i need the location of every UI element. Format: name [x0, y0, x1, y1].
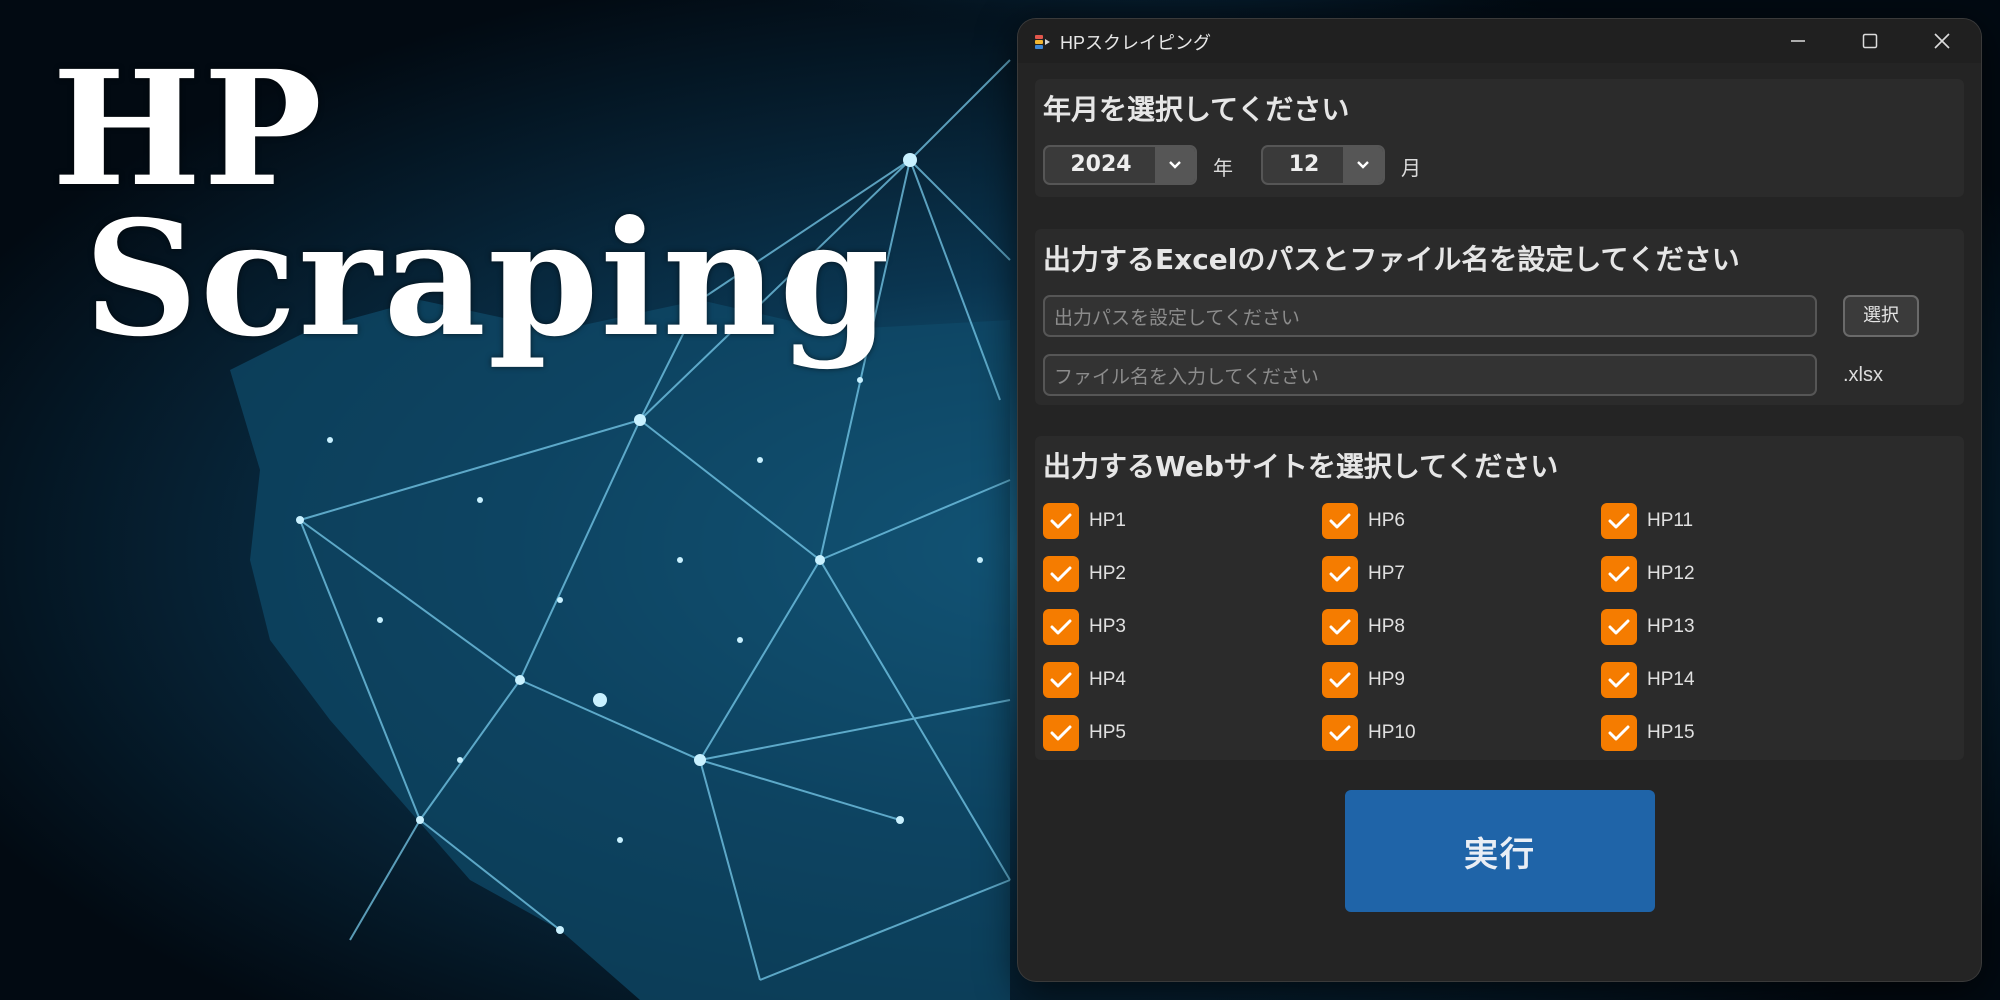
site-checkbox-label: HP12: [1647, 563, 1695, 584]
checkmark-icon: [1608, 619, 1630, 635]
date-section: 年月を選択してください 2024 年 12 月: [1035, 79, 1964, 197]
checkbox[interactable]: [1322, 556, 1358, 592]
sites-section: 出力するWebサイトを選択してください HP1 HP2 HP3 HP4 HP5 HP6 HP…: [1035, 436, 1964, 760]
output-section: 出力するExcelのパスとファイル名を設定してください 出力パスを設定してくださ…: [1035, 229, 1964, 405]
site-checkbox-item[interactable]: HP11: [1601, 502, 1693, 540]
site-checkbox-label: HP10: [1368, 722, 1416, 743]
minimize-button[interactable]: [1762, 19, 1834, 63]
year-dropdown-arrow[interactable]: [1155, 147, 1195, 183]
checkmark-icon: [1050, 566, 1072, 582]
close-icon: [1934, 33, 1950, 49]
run-button[interactable]: 実行: [1345, 790, 1655, 912]
site-checkbox-item[interactable]: HP14: [1601, 661, 1695, 699]
filename-field[interactable]: ファイル名を入力してください: [1043, 354, 1817, 396]
month-dropdown[interactable]: 12: [1261, 145, 1385, 185]
checkmark-icon: [1608, 566, 1630, 582]
maximize-icon: [1862, 33, 1878, 49]
select-path-button[interactable]: 選択: [1843, 295, 1919, 337]
month-unit-label: 月: [1401, 156, 1421, 180]
checkbox[interactable]: [1322, 503, 1358, 539]
site-checkbox-label: HP1: [1089, 510, 1126, 531]
site-checkbox-label: HP5: [1089, 722, 1126, 743]
checkmark-icon: [1050, 672, 1072, 688]
site-checkbox-item[interactable]: HP8: [1322, 608, 1405, 646]
checkbox[interactable]: [1322, 609, 1358, 645]
checkmark-icon: [1050, 619, 1072, 635]
chevron-down-icon: [1357, 161, 1369, 169]
site-checkbox-item[interactable]: HP10: [1322, 714, 1416, 752]
site-checkbox-item[interactable]: HP15: [1601, 714, 1695, 752]
site-checkbox-label: HP15: [1647, 722, 1695, 743]
site-checkbox-label: HP2: [1089, 563, 1126, 584]
site-checkbox-item[interactable]: HP13: [1601, 608, 1695, 646]
site-checkbox-label: HP3: [1089, 616, 1126, 637]
year-dropdown[interactable]: 2024: [1043, 145, 1197, 185]
checkbox[interactable]: [1601, 715, 1637, 751]
site-checkbox-label: HP13: [1647, 616, 1695, 637]
checkmark-icon: [1329, 619, 1351, 635]
checkbox[interactable]: [1322, 662, 1358, 698]
close-button[interactable]: [1906, 19, 1978, 63]
app-icon: [1035, 35, 1050, 49]
month-value: 12: [1288, 152, 1320, 177]
checkmark-icon: [1329, 566, 1351, 582]
window-titlebar[interactable]: HPスクレイピング: [1018, 19, 1981, 63]
file-extension-label: .xlsx: [1843, 364, 1883, 386]
checkbox[interactable]: [1043, 503, 1079, 539]
site-checkbox-label: HP9: [1368, 669, 1405, 690]
site-checkbox-label: HP14: [1647, 669, 1695, 690]
chevron-down-icon: [1169, 161, 1181, 169]
checkbox[interactable]: [1322, 715, 1358, 751]
site-checkbox-item[interactable]: HP12: [1601, 555, 1695, 593]
site-checkbox-item[interactable]: HP7: [1322, 555, 1405, 593]
site-checkbox-label: HP6: [1368, 510, 1405, 531]
hero-title: HP Scraping: [52, 37, 892, 372]
site-checkbox-item[interactable]: HP6: [1322, 502, 1405, 540]
checkbox[interactable]: [1043, 715, 1079, 751]
checkbox[interactable]: [1043, 662, 1079, 698]
hero-title-line-2: Scraping: [84, 187, 892, 372]
output-path-field[interactable]: 出力パスを設定してください: [1043, 295, 1817, 337]
checkbox[interactable]: [1601, 609, 1637, 645]
checkmark-icon: [1329, 725, 1351, 741]
window-title: HPスクレイピング: [1060, 33, 1212, 53]
checkmark-icon: [1050, 513, 1072, 529]
date-section-title: 年月を選択してください: [1043, 93, 1350, 126]
hero-title-line-1: HP: [52, 37, 325, 222]
checkmark-icon: [1608, 725, 1630, 741]
site-checkbox-label: HP11: [1647, 510, 1694, 531]
year-unit-label: 年: [1213, 156, 1233, 180]
site-checkbox-item[interactable]: HP9: [1322, 661, 1405, 699]
month-dropdown-arrow[interactable]: [1343, 147, 1383, 183]
checkbox[interactable]: [1043, 609, 1079, 645]
checkbox[interactable]: [1601, 556, 1637, 592]
checkmark-icon: [1050, 725, 1072, 741]
sites-section-title: 出力するWebサイトを選択してください: [1043, 450, 1559, 483]
site-checkbox-label: HP4: [1089, 669, 1126, 690]
output-section-title: 出力するExcelのパスとファイル名を設定してください: [1043, 243, 1740, 276]
site-checkbox-item[interactable]: HP3: [1043, 608, 1126, 646]
site-checkbox-item[interactable]: HP2: [1043, 555, 1126, 593]
checkbox[interactable]: [1601, 503, 1637, 539]
app-window: HPスクレイピング 年月を選択してください 2024 年 12 月 出力するEx…: [1018, 19, 1981, 981]
site-checkbox-item[interactable]: HP1: [1043, 502, 1126, 540]
checkmark-icon: [1608, 513, 1630, 529]
checkmark-icon: [1329, 672, 1351, 688]
minimize-icon: [1791, 40, 1805, 42]
year-value: 2024: [1070, 152, 1132, 177]
site-checkbox-item[interactable]: HP4: [1043, 661, 1126, 699]
site-checkbox-label: HP7: [1368, 563, 1405, 584]
checkbox[interactable]: [1043, 556, 1079, 592]
checkmark-icon: [1329, 513, 1351, 529]
checkmark-icon: [1608, 672, 1630, 688]
checkbox[interactable]: [1601, 662, 1637, 698]
site-checkbox-label: HP8: [1368, 616, 1405, 637]
site-checkbox-item[interactable]: HP5: [1043, 714, 1126, 752]
maximize-button[interactable]: [1834, 19, 1906, 63]
